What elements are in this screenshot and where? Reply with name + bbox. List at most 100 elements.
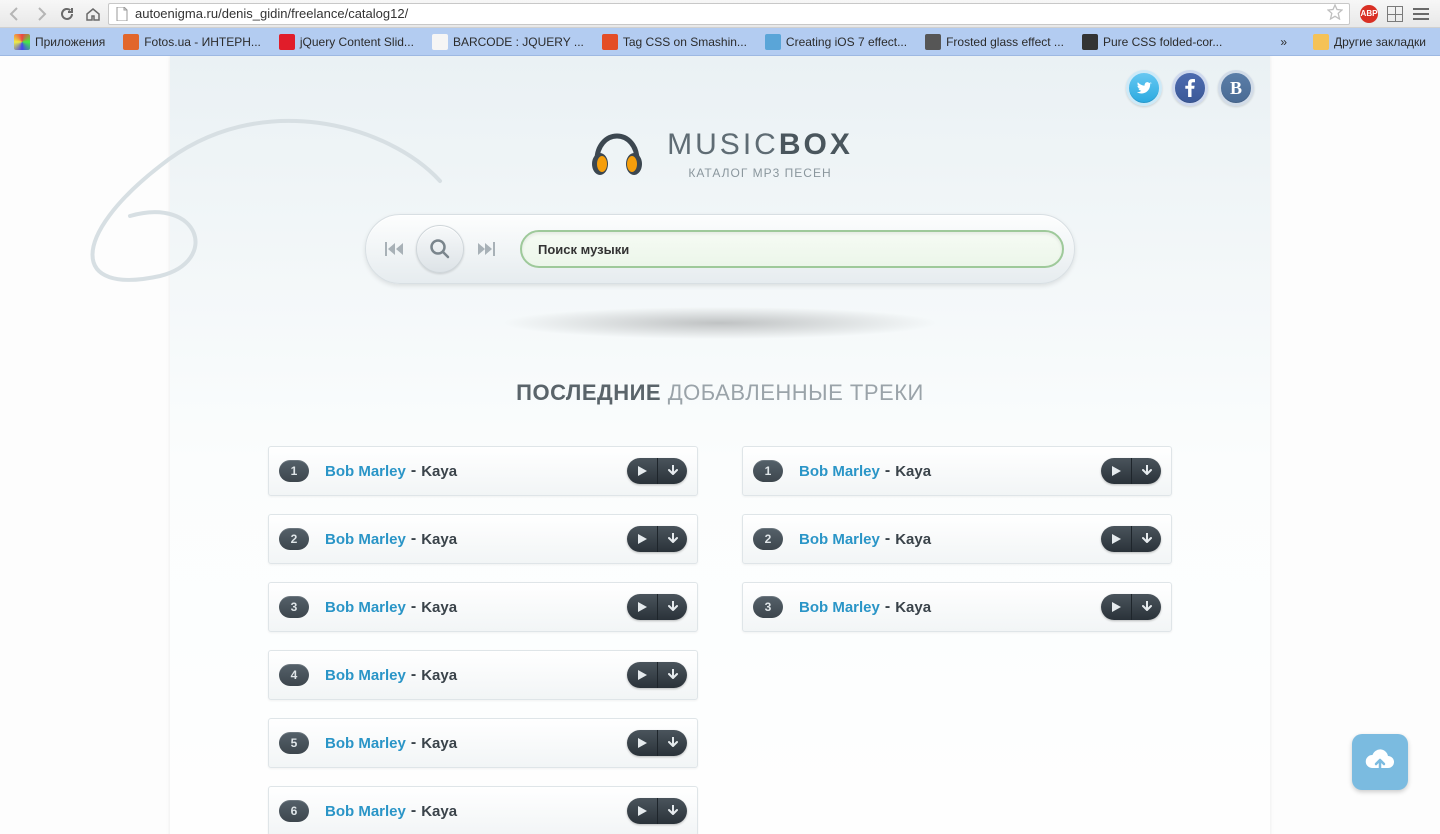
separator: - [411, 666, 416, 684]
chrome-menu-button[interactable] [1412, 5, 1430, 23]
viewport[interactable]: B MUSICBOX КАТАЛОГ MP3 ПЕСЕН [0, 56, 1440, 834]
play-button[interactable] [627, 458, 657, 484]
track-title: Kaya [895, 531, 931, 548]
track-artist[interactable]: Bob Marley [799, 463, 880, 480]
scroll-upload-button[interactable] [1352, 734, 1408, 790]
track-number: 5 [279, 732, 309, 754]
track-artist[interactable]: Bob Marley [325, 531, 406, 548]
download-button[interactable] [657, 662, 687, 688]
bookmark-item[interactable]: BARCODE : JQUERY ... [424, 31, 592, 53]
other-bookmarks-label: Другие закладки [1334, 35, 1426, 49]
section-title-rest: ДОБАВЛЕННЫЕ ТРЕКИ [668, 380, 924, 405]
play-button[interactable] [1101, 458, 1131, 484]
play-button[interactable] [627, 798, 657, 824]
bookmark-apps-label: Приложения [35, 35, 105, 49]
bookmark-star-icon[interactable] [1327, 4, 1343, 23]
vk-button[interactable]: B [1218, 70, 1254, 106]
bookmark-label: Fotos.ua - ИНТЕРН... [144, 35, 261, 49]
play-button[interactable] [627, 526, 657, 552]
track-title: Kaya [895, 463, 931, 480]
download-button[interactable] [1131, 594, 1161, 620]
favicon [602, 34, 618, 50]
download-button[interactable] [657, 458, 687, 484]
track-artist[interactable]: Bob Marley [325, 599, 406, 616]
separator: - [411, 462, 416, 480]
track-artist[interactable]: Bob Marley [325, 735, 406, 752]
twitter-button[interactable] [1126, 70, 1162, 106]
facebook-button[interactable] [1172, 70, 1208, 106]
track-title: Kaya [421, 735, 457, 752]
download-button[interactable] [657, 594, 687, 620]
search-field[interactable] [520, 230, 1064, 268]
bookmarks-bar: Приложения Fotos.ua - ИНТЕРН... jQuery Co… [0, 28, 1440, 56]
favicon [1082, 34, 1098, 50]
track-artist[interactable]: Bob Marley [799, 531, 880, 548]
nav-home-button[interactable] [82, 3, 104, 25]
bookmark-item[interactable]: Pure CSS folded-cor... [1074, 31, 1230, 53]
download-button[interactable] [1131, 526, 1161, 552]
headphones-icon [587, 126, 647, 182]
track-actions [627, 662, 687, 688]
track-artist[interactable]: Bob Marley [799, 599, 880, 616]
adblock-icon[interactable]: ABP [1360, 5, 1378, 23]
url-text: autoenigma.ru/denis_gidin/freelance/cata… [135, 6, 408, 21]
track-title: Kaya [421, 667, 457, 684]
nav-forward-button[interactable] [30, 3, 52, 25]
download-button[interactable] [657, 526, 687, 552]
tracks-grid: 1Bob Marley-Kaya2Bob Marley-Kaya3Bob Mar… [170, 446, 1270, 834]
play-button[interactable] [627, 662, 657, 688]
track-row: 1Bob Marley-Kaya [742, 446, 1172, 496]
track-number: 1 [279, 460, 309, 482]
url-bar[interactable]: autoenigma.ru/denis_gidin/freelance/cata… [108, 3, 1350, 25]
favicon [279, 34, 295, 50]
other-bookmarks[interactable]: Другие закладки [1305, 31, 1434, 53]
play-button[interactable] [627, 594, 657, 620]
bookmark-label: Pure CSS folded-cor... [1103, 35, 1222, 49]
extension-icon[interactable] [1386, 5, 1404, 23]
track-row: 5Bob Marley-Kaya [268, 718, 698, 768]
favicon [925, 34, 941, 50]
bookmark-item[interactable]: Creating iOS 7 effect... [757, 31, 915, 53]
track-title: Kaya [895, 599, 931, 616]
browser-toolbar: autoenigma.ru/denis_gidin/freelance/cata… [0, 0, 1440, 28]
bookmark-label: Frosted glass effect ... [946, 35, 1064, 49]
bookmark-label: BARCODE : JQUERY ... [453, 35, 584, 49]
bookmark-item[interactable]: Tag CSS on Smashin... [594, 31, 755, 53]
search-input[interactable] [538, 242, 1046, 257]
bookmark-item[interactable]: Fotos.ua - ИНТЕРН... [115, 31, 269, 53]
nav-back-button[interactable] [4, 3, 26, 25]
next-track-button[interactable] [468, 231, 504, 267]
separator: - [885, 462, 890, 480]
track-artist[interactable]: Bob Marley [325, 463, 406, 480]
search-player-bar [365, 214, 1075, 284]
bookmark-apps[interactable]: Приложения [6, 31, 113, 53]
separator: - [411, 530, 416, 548]
tracks-column-left: 1Bob Marley-Kaya2Bob Marley-Kaya3Bob Mar… [268, 446, 698, 834]
site-title: MUSICBOX [667, 128, 853, 162]
track-row: 3Bob Marley-Kaya [268, 582, 698, 632]
page-container: B MUSICBOX КАТАЛОГ MP3 ПЕСЕН [170, 56, 1270, 834]
separator: - [885, 598, 890, 616]
search-button[interactable] [416, 225, 464, 273]
folder-icon [1313, 34, 1329, 50]
bookmark-label: jQuery Content Slid... [300, 35, 414, 49]
track-row: 2Bob Marley-Kaya [742, 514, 1172, 564]
play-button[interactable] [1101, 594, 1131, 620]
play-button[interactable] [1101, 526, 1131, 552]
play-button[interactable] [627, 730, 657, 756]
separator: - [885, 530, 890, 548]
bookmark-overflow[interactable]: » [1272, 32, 1295, 52]
track-artist[interactable]: Bob Marley [325, 667, 406, 684]
download-button[interactable] [657, 798, 687, 824]
track-title: Kaya [421, 463, 457, 480]
download-button[interactable] [657, 730, 687, 756]
bookmark-item[interactable]: jQuery Content Slid... [271, 31, 422, 53]
page-icon [115, 7, 129, 21]
track-title: Kaya [421, 599, 457, 616]
previous-track-button[interactable] [376, 231, 412, 267]
nav-reload-button[interactable] [56, 3, 78, 25]
track-actions [627, 594, 687, 620]
track-artist[interactable]: Bob Marley [325, 803, 406, 820]
download-button[interactable] [1131, 458, 1161, 484]
bookmark-item[interactable]: Frosted glass effect ... [917, 31, 1072, 53]
